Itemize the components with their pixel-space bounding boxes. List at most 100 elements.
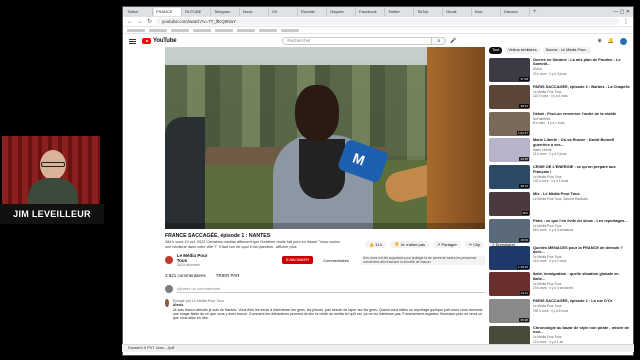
browser-tab[interactable]: Discord bbox=[502, 8, 530, 16]
browser-tab[interactable]: VK bbox=[270, 8, 298, 16]
recommendation-item[interactable]: 18:09 Paris : ce que l'on évite du show -… bbox=[489, 218, 631, 245]
video-thumbnail[interactable]: 42:35 bbox=[489, 138, 530, 163]
recommendation-item[interactable]: 35:48 PARIS SACCAGÉE, épisode 1 : La rue … bbox=[489, 299, 631, 325]
browser-tab[interactable]: RUTUBE bbox=[183, 8, 211, 16]
bookmark[interactable] bbox=[171, 28, 189, 32]
recommendation-channel[interactable]: Le Média Pour Tous bbox=[533, 175, 631, 179]
bookmark[interactable] bbox=[127, 28, 145, 32]
search-icon[interactable]: ⌕ bbox=[432, 37, 447, 45]
clip-button[interactable]: ✂ Clip bbox=[464, 241, 485, 248]
recommendation-channel[interactable]: Le Média Pour Tous bbox=[533, 304, 612, 308]
video-thumbnail[interactable]: 1:02:47 bbox=[489, 111, 530, 136]
recommendation-item[interactable]: 1:02:47 Débat : Peut-on renverser l'ordre… bbox=[489, 111, 631, 138]
recommendation-title[interactable]: PARIS SACCAGÉE, épisode 2 : Barbès - La … bbox=[533, 85, 630, 89]
browser-tab[interactable]: Odysee bbox=[328, 8, 356, 16]
like-button[interactable]: 👍 11 k bbox=[365, 241, 387, 248]
window-controls-icon[interactable]: — ▢ ✕ bbox=[613, 9, 633, 15]
video-thumbnail[interactable]: 28:12 bbox=[489, 165, 530, 190]
recommendation-channel[interactable]: Le Média Pour Tous bbox=[533, 335, 631, 339]
recommendation-title[interactable]: Chronologie au bazar de style non pirate… bbox=[533, 326, 631, 335]
recommendation-title[interactable]: Marie Liberté : Où va Russie : David Boi… bbox=[533, 138, 631, 147]
dislike-button[interactable]: 👎 Je n'aime pas bbox=[390, 241, 430, 248]
channel-avatar[interactable] bbox=[165, 256, 173, 264]
notifications-icon[interactable]: 🔔 bbox=[608, 38, 614, 44]
commenter-avatar[interactable] bbox=[165, 299, 169, 307]
video-description[interactable]: 284 k vues 19 oct. 2022 Certaines médias… bbox=[165, 240, 345, 249]
recommendation-title[interactable]: Italie, immigration : quelle situation g… bbox=[533, 272, 631, 281]
forward-icon[interactable]: → bbox=[137, 19, 143, 25]
recommendation-title[interactable]: Quelles MENACES pour la FRANCE de demain… bbox=[533, 246, 631, 255]
browser-tab[interactable]: TikTok bbox=[415, 8, 443, 16]
video-thumbnail[interactable]: 37:08 bbox=[489, 58, 530, 82]
recommendation-channel[interactable]: Le Média Pour Tous bbox=[533, 282, 631, 286]
chip-all[interactable]: Tout bbox=[489, 47, 503, 54]
player-controls-bar[interactable] bbox=[165, 223, 485, 229]
bookmark[interactable] bbox=[259, 28, 277, 32]
recommendation-item[interactable]: 28:12 CRISE DE L'ÉNERGIE : ce qu'on prépa… bbox=[489, 165, 631, 191]
share-button[interactable]: ↗ Partager bbox=[433, 241, 461, 248]
recommendation-channel[interactable]: Le Média Pour Tous, Gauche Radicale... bbox=[533, 197, 590, 201]
video-thumbnail[interactable]: 1:18:40 bbox=[489, 245, 530, 270]
create-video-icon[interactable]: ⊕ bbox=[598, 38, 602, 44]
recommendation-title[interactable]: PARIS SACCAGÉE, épisode 1 : La rue D'Or bbox=[533, 299, 612, 303]
channel-name[interactable]: Le Média Pour Tous bbox=[177, 253, 218, 263]
back-icon[interactable]: ← bbox=[127, 19, 133, 25]
recommendation-item[interactable]: MIX Mix - Le Média Pour Tous Le Média Pour… bbox=[489, 191, 631, 218]
chip-related[interactable]: Vidéos similaires bbox=[505, 47, 540, 54]
browser-tab[interactable]: Nova bbox=[241, 8, 269, 16]
video-thumbnail[interactable]: 35:48 bbox=[489, 299, 530, 324]
recommendation-title[interactable]: CRISE DE L'ÉNERGIE : ce qu'on prépare au… bbox=[533, 165, 631, 174]
bookmark[interactable] bbox=[215, 28, 233, 32]
hamburger-menu-icon[interactable] bbox=[129, 38, 136, 44]
video-player[interactable]: M bbox=[165, 47, 485, 229]
reload-icon[interactable]: ↻ bbox=[147, 18, 152, 25]
extensions-icon[interactable]: ⋮ bbox=[623, 18, 629, 25]
video-thumbnail[interactable]: 18:09 bbox=[489, 218, 530, 243]
recommendation-item[interactable]: 23:11 Italie, immigration : quelle situat… bbox=[489, 272, 631, 298]
video-thumbnail[interactable]: MIX bbox=[489, 191, 530, 216]
recommendation-channel[interactable]: Le Média Pour Tous bbox=[533, 255, 631, 259]
recommendation-channel[interactable]: Le Média Pour Tous bbox=[533, 90, 630, 94]
browser-tab[interactable]: Twitch bbox=[125, 8, 153, 16]
browser-tab[interactable]: Telegram bbox=[212, 8, 240, 16]
recommendation-text: PARIS SACCAGÉE, épisode 1 : La rue D'Or L… bbox=[533, 299, 612, 325]
browser-tab[interactable]: Rumble bbox=[299, 8, 327, 16]
url-field[interactable]: youtube.com/watch?v=7T_lfKQ0NaY bbox=[156, 18, 619, 25]
comment-input[interactable]: Ajoutez un commentaire... bbox=[177, 286, 485, 293]
recommendation-title[interactable]: Paris : ce que l'on évite du show - Les … bbox=[533, 219, 628, 223]
video-duration: 37:08 bbox=[519, 77, 529, 81]
recommendation-item[interactable]: 37:08 Guerre en Ukraine : La mis plan de … bbox=[489, 58, 631, 84]
recommendation-channel[interactable]: Elucid bbox=[533, 67, 631, 71]
video-thumbnail[interactable]: 23:11 bbox=[489, 272, 530, 297]
microphone-icon[interactable]: 🎤 bbox=[450, 38, 456, 44]
subscribe-button[interactable]: S'ABONNER bbox=[281, 256, 313, 264]
recommendation-title[interactable]: Mix - Le Média Pour Tous bbox=[533, 192, 590, 196]
bookmark[interactable] bbox=[281, 28, 299, 32]
recommendation-item[interactable]: 1:18:40 Quelles MENACES pour la FRANCE de… bbox=[489, 245, 631, 272]
recommendation-channel[interactable]: Marie Liberté bbox=[533, 148, 631, 152]
browser-tab-active[interactable]: FRANCE bbox=[154, 8, 182, 16]
bookmark[interactable] bbox=[237, 28, 255, 32]
chip-source[interactable]: Source : Le Média Pour... bbox=[542, 47, 592, 54]
youtube-logo[interactable]: YouTube bbox=[142, 38, 177, 44]
browser-tab[interactable]: Twitter bbox=[386, 8, 414, 16]
browser-tab[interactable]: Kick bbox=[473, 8, 501, 16]
browser-tab[interactable]: Gmail bbox=[444, 8, 472, 16]
recommendation-title[interactable]: Guerre en Ukraine : La mis plan de Pouti… bbox=[533, 58, 631, 67]
bookmark[interactable] bbox=[149, 28, 167, 32]
bookmark[interactable] bbox=[193, 28, 211, 32]
recommendation-title[interactable]: Débat : Peut-on renverser l'ordre de la … bbox=[533, 112, 616, 116]
video-thumbnail[interactable]: 38:21 bbox=[489, 84, 530, 109]
account-avatar[interactable] bbox=[620, 37, 627, 45]
recommendation-item[interactable]: 42:35 Marie Liberté : Où va Russie : Davi… bbox=[489, 138, 631, 164]
recommendation-item[interactable]: 38:21 PARIS SACCAGÉE, épisode 2 : Barbès … bbox=[489, 84, 631, 111]
new-tab-icon[interactable]: + bbox=[531, 9, 539, 15]
recommendation-meta: 102 k vues · il y a 1 mois bbox=[533, 179, 569, 183]
search-input[interactable]: Rechercher bbox=[282, 37, 433, 45]
browser-tab[interactable]: Facebook bbox=[357, 8, 385, 16]
sort-button[interactable]: TRIER PAR bbox=[216, 273, 240, 278]
recommendation-channel[interactable]: NoFakeMed bbox=[533, 117, 616, 121]
recommendation-channel[interactable]: Le Média Pour Tous bbox=[533, 224, 628, 228]
browser-window: Twitch FRANCE RUTUBE Telegram Nova VK Ru… bbox=[122, 6, 634, 356]
taskbar-item[interactable]: Dossier1.0 PVT Jean - Jpdf bbox=[128, 346, 174, 350]
